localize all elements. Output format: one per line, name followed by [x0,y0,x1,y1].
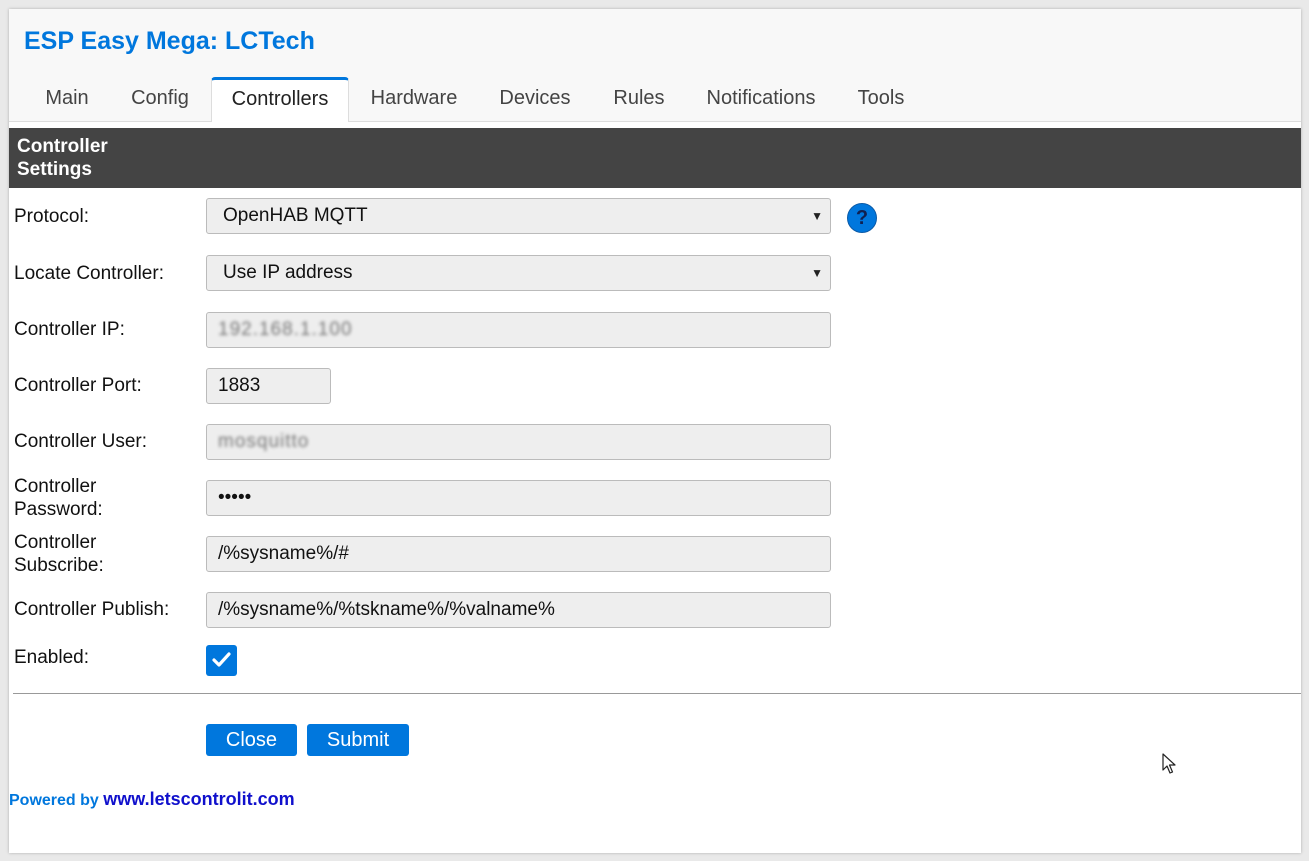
checkmark-icon [212,652,231,667]
tab-hardware[interactable]: Hardware [355,77,473,121]
controller-publish-input[interactable]: /%sysname%/%tskname%/%valname% [206,592,831,628]
controller-port-input[interactable]: 1883 [206,368,331,404]
help-icon[interactable]: ? [847,203,877,233]
controller-password-value: ••••• [218,487,252,508]
controller-ip-label: Controller IP: [14,319,125,340]
letscontrolit-link[interactable]: www.letscontrolit.com [103,789,294,809]
powered-by-text: Powered by [9,792,99,809]
tab-main[interactable]: Main [29,77,105,121]
enabled-label: Enabled: [14,647,90,668]
controller-ip-input[interactable]: 192.168.1.100 [206,312,831,348]
controller-publish-value: /%sysname%/%tskname%/%valname% [218,599,555,620]
section-title-line1: Controller [17,136,108,157]
controller-subscribe-value: /%sysname%/# [218,543,349,564]
locate-controller-select[interactable]: Use IP address ▼ [206,255,831,291]
enabled-checkbox[interactable] [206,645,237,676]
dropdown-arrow-icon: ▼ [811,209,823,223]
controller-user-input[interactable]: mosquitto [206,424,831,460]
section-title-line2: Settings [17,159,92,180]
section-header: Controller Settings [9,128,1301,188]
controller-subscribe-input[interactable]: /%sysname%/# [206,536,831,572]
mouse-cursor-icon [1162,753,1176,774]
tab-devices[interactable]: Devices [483,77,587,121]
app-title: ESP Easy Mega: LCTech [24,27,315,55]
submit-button[interactable]: Submit [307,724,409,756]
divider [13,693,1301,694]
footer: Powered by www.letscontrolit.com [9,789,295,810]
controller-password-label: Controller Password: [14,475,103,521]
controller-port-label: Controller Port: [14,375,142,396]
dropdown-arrow-icon: ▼ [811,266,823,280]
protocol-value: OpenHAB MQTT [223,205,368,226]
tab-config[interactable]: Config [115,77,205,121]
controller-password-label-line2: Password: [14,499,103,520]
controller-port-value: 1883 [218,375,261,396]
tab-tools[interactable]: Tools [841,77,921,121]
controller-password-label-line1: Controller [14,476,97,497]
controller-ip-value: 192.168.1.100 [218,319,353,340]
locate-controller-label: Locate Controller: [14,263,164,284]
controller-subscribe-label: Controller Subscribe: [14,531,104,577]
browser-page: ESP Easy Mega: LCTech Main Config Contro… [9,9,1301,853]
tab-controllers[interactable]: Controllers [211,77,349,122]
top-bar: ESP Easy Mega: LCTech Main Config Contro… [9,9,1301,122]
controller-user-label: Controller User: [14,431,148,452]
locate-controller-value: Use IP address [223,262,353,283]
tab-rules[interactable]: Rules [597,77,681,121]
controller-publish-label: Controller Publish: [14,599,170,620]
controller-subscribe-label-line2: Subscribe: [14,555,104,576]
protocol-select[interactable]: OpenHAB MQTT ▼ [206,198,831,234]
controller-password-input[interactable]: ••••• [206,480,831,516]
tab-notifications[interactable]: Notifications [691,77,831,121]
controller-user-value: mosquitto [218,431,310,452]
controller-subscribe-label-line1: Controller [14,532,97,553]
protocol-label: Protocol: [14,206,89,227]
close-button[interactable]: Close [206,724,297,756]
